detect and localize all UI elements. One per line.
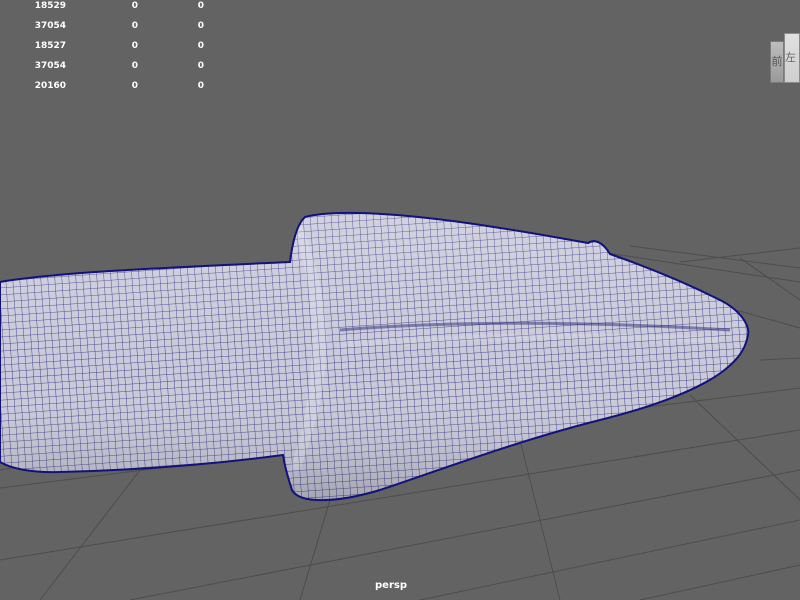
hud-value: 0 — [197, 21, 204, 31]
maya-perspective-viewport[interactable]: 18529 0 0 37054 0 0 18527 0 0 37054 0 0 … — [0, 0, 800, 600]
hud-value: 0 — [197, 1, 204, 11]
wireframe-mesh-object[interactable] — [0, 200, 770, 520]
view-cube[interactable]: 前 左 — [770, 33, 800, 87]
hud-value: 0 — [197, 61, 204, 71]
hud-value: 0 — [197, 41, 204, 51]
view-cube-side-face[interactable]: 左 — [784, 33, 800, 83]
hud-value: 0 — [197, 81, 204, 91]
camera-name-label: persp — [375, 580, 407, 591]
view-cube-front-face[interactable]: 前 — [770, 41, 784, 83]
